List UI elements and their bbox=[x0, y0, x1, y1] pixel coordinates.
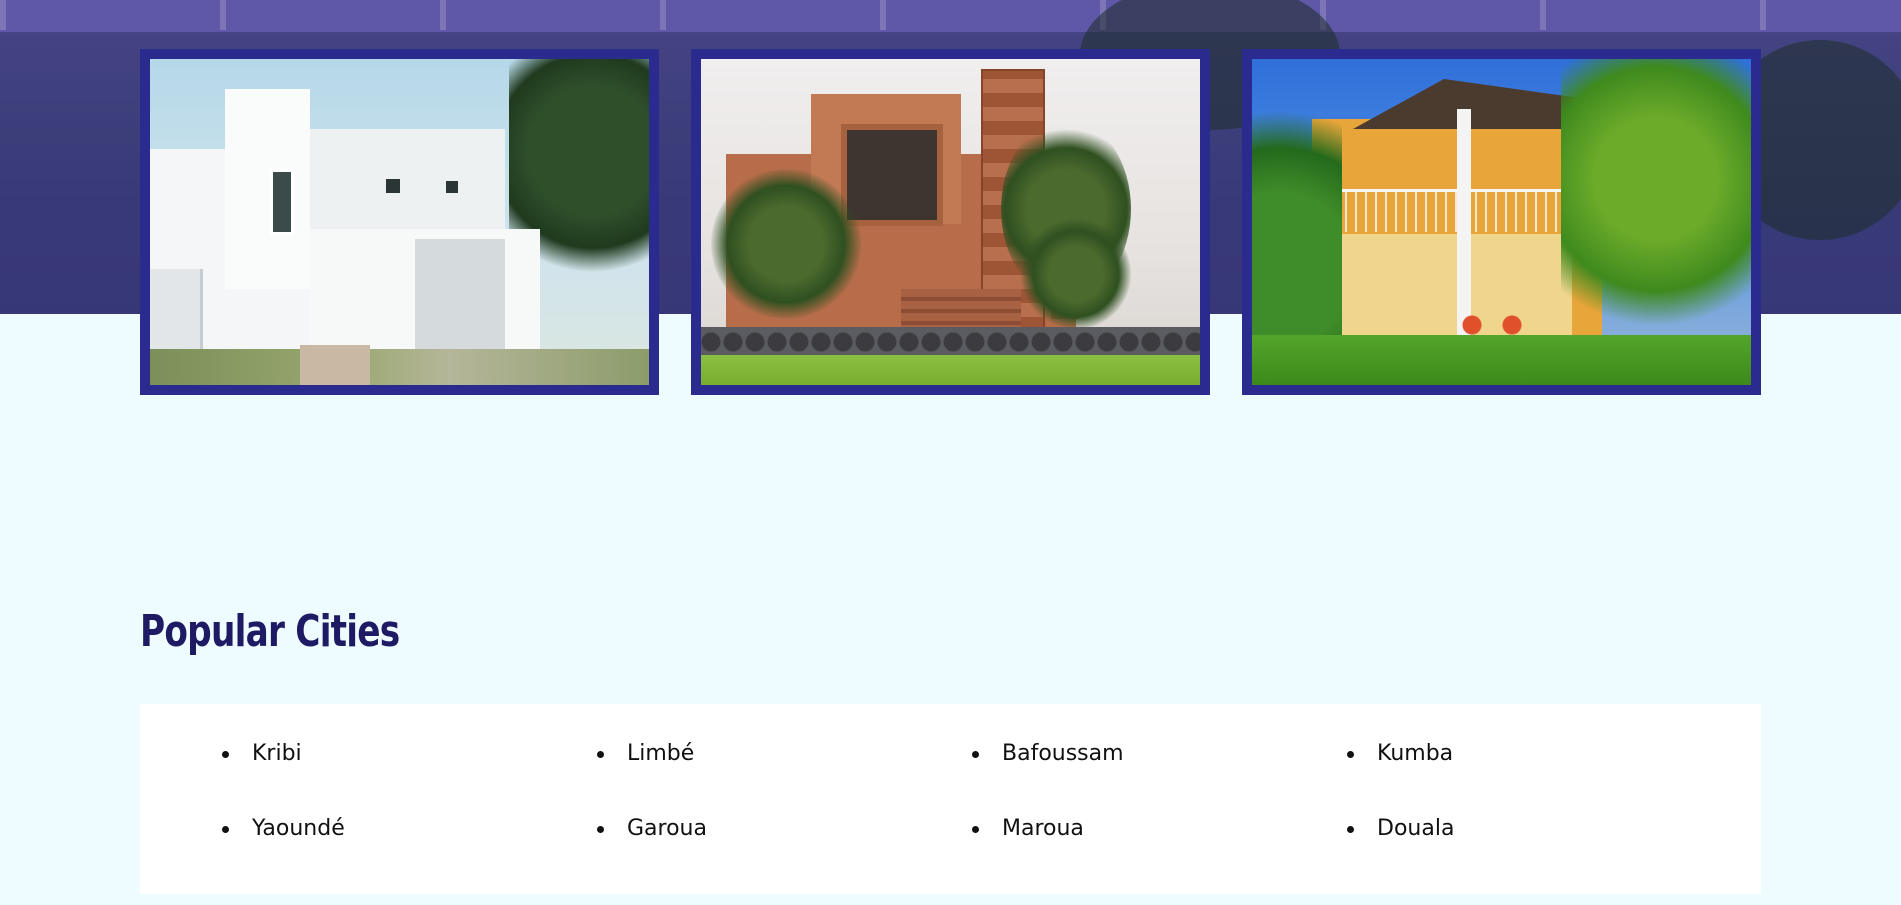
city-link-kribi[interactable]: Kribi bbox=[222, 740, 597, 815]
property-photo-white-house bbox=[150, 59, 649, 385]
city-link-douala[interactable]: Douala bbox=[1347, 815, 1722, 890]
city-link-kumba[interactable]: Kumba bbox=[1347, 740, 1722, 815]
city-link-garoua[interactable]: Garoua bbox=[597, 815, 972, 890]
bullet-icon bbox=[222, 751, 229, 758]
city-label: Bafoussam bbox=[1002, 741, 1124, 766]
property-card-2[interactable] bbox=[691, 49, 1210, 395]
fence-pattern bbox=[0, 0, 1901, 30]
city-label: Kribi bbox=[252, 741, 302, 766]
property-card-1[interactable] bbox=[140, 49, 659, 395]
city-link-yaounde[interactable]: Yaoundé bbox=[222, 815, 597, 890]
city-link-maroua[interactable]: Maroua bbox=[972, 815, 1347, 890]
property-card-3[interactable] bbox=[1242, 49, 1761, 395]
bullet-icon bbox=[972, 751, 979, 758]
bullet-icon bbox=[222, 826, 229, 833]
property-gallery bbox=[140, 49, 1761, 395]
city-label: Douala bbox=[1377, 816, 1455, 841]
city-label: Garoua bbox=[627, 816, 707, 841]
city-label: Kumba bbox=[1377, 741, 1454, 766]
city-label: Maroua bbox=[1002, 816, 1084, 841]
bullet-icon bbox=[597, 826, 604, 833]
city-label: Yaoundé bbox=[252, 816, 345, 841]
city-label: Limbé bbox=[627, 741, 695, 766]
popular-cities-title: Popular Cities bbox=[140, 606, 400, 657]
bullet-icon bbox=[597, 751, 604, 758]
bullet-icon bbox=[1347, 826, 1354, 833]
bullet-icon bbox=[1347, 751, 1354, 758]
property-photo-terracotta-villa bbox=[701, 59, 1200, 385]
property-photo-yellow-house bbox=[1252, 59, 1751, 385]
popular-cities-panel: Kribi Limbé Bafoussam Kumba Yaoundé Garo… bbox=[140, 704, 1761, 894]
bullet-icon bbox=[972, 826, 979, 833]
cities-list: Kribi Limbé Bafoussam Kumba Yaoundé Garo… bbox=[222, 740, 1722, 890]
city-link-limbe[interactable]: Limbé bbox=[597, 740, 972, 815]
city-link-bafoussam[interactable]: Bafoussam bbox=[972, 740, 1347, 815]
